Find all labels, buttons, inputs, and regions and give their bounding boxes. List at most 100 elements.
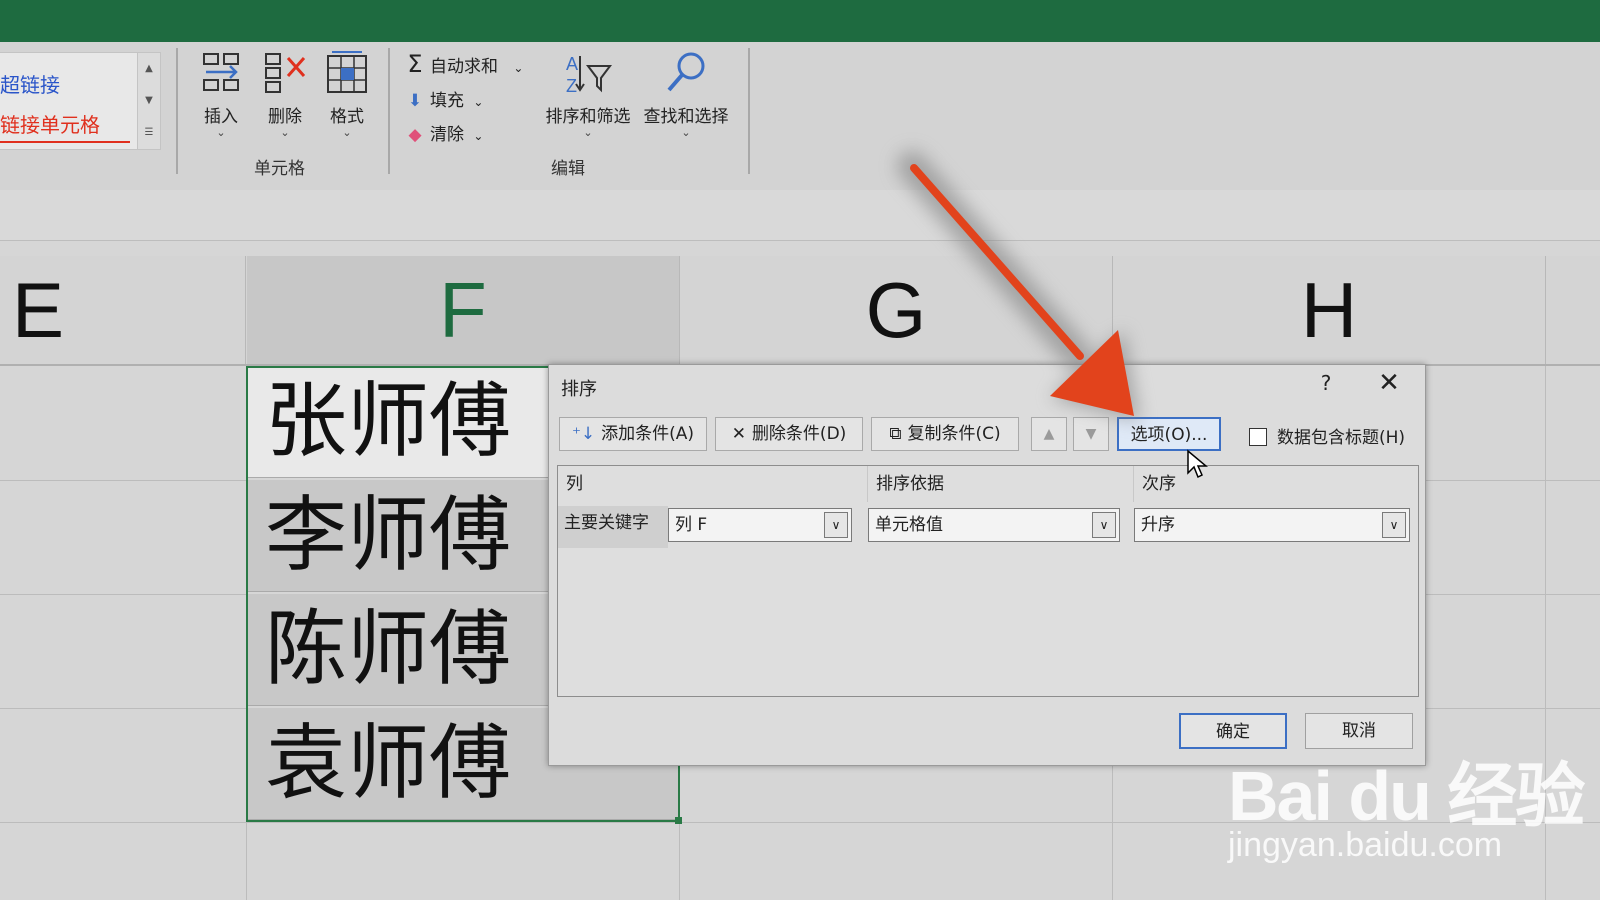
editing-group-label: 编辑 <box>551 159 585 179</box>
chevron-down-icon: ⌄ <box>342 126 352 139</box>
group-separator <box>176 48 178 174</box>
column-header-g[interactable]: G <box>680 256 1113 364</box>
svg-text:A: A <box>566 54 578 74</box>
sort-dialog: 排序 ? ✕ ⁺↓ 添加条件(A) ✕ 删除条件(D) ⧉ 复制条件(C) ▲ ▼ 选… <box>548 364 1426 766</box>
sigma-icon: Σ <box>407 50 423 78</box>
sort-on-value: 单元格值 <box>875 515 943 535</box>
window-title-bar <box>0 0 1600 42</box>
chevron-down-icon: ⌄ <box>473 95 484 109</box>
gallery-down-icon[interactable]: ▼ <box>138 85 160 117</box>
column-select-value: 列 F <box>675 515 708 535</box>
grid-line <box>1424 480 1600 481</box>
style-linked-cell[interactable]: 链接单元格 <box>0 109 100 138</box>
header-order: 次序 <box>1142 474 1176 494</box>
sort-levels-table: 列 排序依据 次序 主要关键字 列 F ∨ 单元格值 ∨ 升序 ∨ <box>557 465 1419 697</box>
chevron-down-icon[interactable]: ∨ <box>1092 512 1116 538</box>
delete-x-icon: ✕ <box>731 424 746 444</box>
order-select[interactable]: 升序 ∨ <box>1134 508 1410 542</box>
gallery-scrollbar[interactable]: ▲ ▼ ☰ <box>137 53 160 149</box>
move-up-button[interactable]: ▲ <box>1031 417 1067 451</box>
insert-label: 插入 <box>204 107 238 127</box>
grid-line <box>0 594 246 595</box>
copy-icon: ⧉ <box>889 424 902 444</box>
find-select-button[interactable]: 查找和选择 ⌄ <box>640 50 732 139</box>
ribbon: 超链接 链接单元格 ▲ ▼ ☰ 插入 ⌄ 删除 ⌄ 格式 ⌄ 单元格 Σ 自动求… <box>0 42 1600 191</box>
watermark-url: jingyan.baidu.com <box>1228 826 1503 864</box>
copy-level-label: 复制条件(C) <box>907 424 1001 444</box>
column-header-h[interactable]: H <box>1113 256 1546 364</box>
move-down-button[interactable]: ▼ <box>1073 417 1109 451</box>
delete-level-label: 删除条件(D) <box>751 424 847 444</box>
delete-level-button[interactable]: ✕ 删除条件(D) <box>715 417 863 451</box>
format-label: 格式 <box>330 107 364 127</box>
primary-key-label: 主要关键字 <box>558 506 668 548</box>
grid-line <box>1545 366 1546 900</box>
column-header-f[interactable]: F <box>247 256 680 364</box>
format-cells-icon <box>327 51 367 93</box>
add-level-icon: ⁺↓ <box>571 424 596 444</box>
chevron-down-icon: ⌄ <box>280 126 290 139</box>
autosum-label: 自动求和 <box>430 57 498 77</box>
order-value: 升序 <box>1141 515 1175 535</box>
linked-cell-underline <box>0 141 130 143</box>
group-separator <box>748 48 750 174</box>
copy-level-button[interactable]: ⧉ 复制条件(C) <box>871 417 1019 451</box>
grid-line <box>0 822 1600 823</box>
header-sort-on: 排序依据 <box>868 466 1134 502</box>
gallery-more-icon[interactable]: ☰ <box>138 117 160 149</box>
chevron-down-icon[interactable]: ∨ <box>1382 512 1406 538</box>
gallery-up-icon[interactable]: ▲ <box>138 53 160 85</box>
delete-button[interactable]: 删除 ⌄ <box>260 50 310 139</box>
column-header-e[interactable]: E <box>0 256 246 364</box>
fill-handle[interactable] <box>675 817 682 824</box>
grid-line <box>0 480 246 481</box>
insert-button[interactable]: 插入 ⌄ <box>196 50 246 139</box>
add-level-button[interactable]: ⁺↓ 添加条件(A) <box>559 417 707 451</box>
chevron-down-icon: ⌄ <box>681 126 691 139</box>
formula-bar-area <box>0 190 1600 241</box>
magnifier-icon <box>667 52 705 92</box>
sort-filter-button[interactable]: A Z 排序和筛选 ⌄ <box>542 50 634 139</box>
dialog-title: 排序 <box>561 379 597 400</box>
header-column: 列 <box>558 466 868 502</box>
sort-filter-icon: A Z <box>566 54 612 96</box>
has-headers-label: 数据包含标题(H) <box>1277 428 1406 448</box>
sort-on-select[interactable]: 单元格值 ∨ <box>868 508 1120 542</box>
column-header-row: E F G H <box>0 256 1600 366</box>
fill-button[interactable]: ⬇ 填充 ⌄ <box>404 86 484 111</box>
chevron-down-icon: ⌄ <box>216 126 226 139</box>
delete-cells-icon <box>265 53 306 93</box>
close-button[interactable]: ✕ <box>1374 369 1404 397</box>
fill-label: 填充 <box>430 91 464 111</box>
sort-filter-label: 排序和筛选 <box>545 107 631 127</box>
eraser-icon: ◆ <box>408 125 422 145</box>
ok-button[interactable]: 确定 <box>1179 713 1287 749</box>
options-button[interactable]: 选项(O)... <box>1117 417 1221 451</box>
grid-line <box>0 708 246 709</box>
clear-button[interactable]: ◆ 清除 ⌄ <box>404 120 483 145</box>
clear-label: 清除 <box>430 125 464 145</box>
has-headers-checkbox[interactable] <box>1249 428 1267 446</box>
cell-styles-gallery: 超链接 链接单元格 ▲ ▼ ☰ <box>0 52 161 150</box>
delete-label: 删除 <box>268 107 302 127</box>
help-button[interactable]: ? <box>1314 371 1338 395</box>
grid-line <box>1424 594 1600 595</box>
has-headers-option[interactable]: 数据包含标题(H) <box>1249 423 1405 448</box>
column-select[interactable]: 列 F ∨ <box>668 508 852 542</box>
autosum-button[interactable]: Σ 自动求和 ⌄ <box>404 50 523 78</box>
svg-text:Z: Z <box>566 76 577 96</box>
style-hyperlink[interactable]: 超链接 <box>0 69 60 98</box>
chevron-down-icon: ⌄ <box>583 126 593 139</box>
find-select-label: 查找和选择 <box>643 107 729 127</box>
cells-group-label: 单元格 <box>254 159 305 179</box>
insert-cells-icon <box>203 53 239 91</box>
mouse-cursor-icon <box>1187 449 1208 479</box>
add-level-label: 添加条件(A) <box>601 424 695 444</box>
grid-line <box>1424 708 1600 709</box>
chevron-down-icon: ⌄ <box>513 61 524 75</box>
group-separator <box>388 48 390 174</box>
format-button[interactable]: 格式 ⌄ <box>322 50 372 139</box>
fill-down-icon: ⬇ <box>407 91 423 111</box>
chevron-down-icon[interactable]: ∨ <box>824 512 848 538</box>
cancel-button[interactable]: 取消 <box>1305 713 1413 749</box>
